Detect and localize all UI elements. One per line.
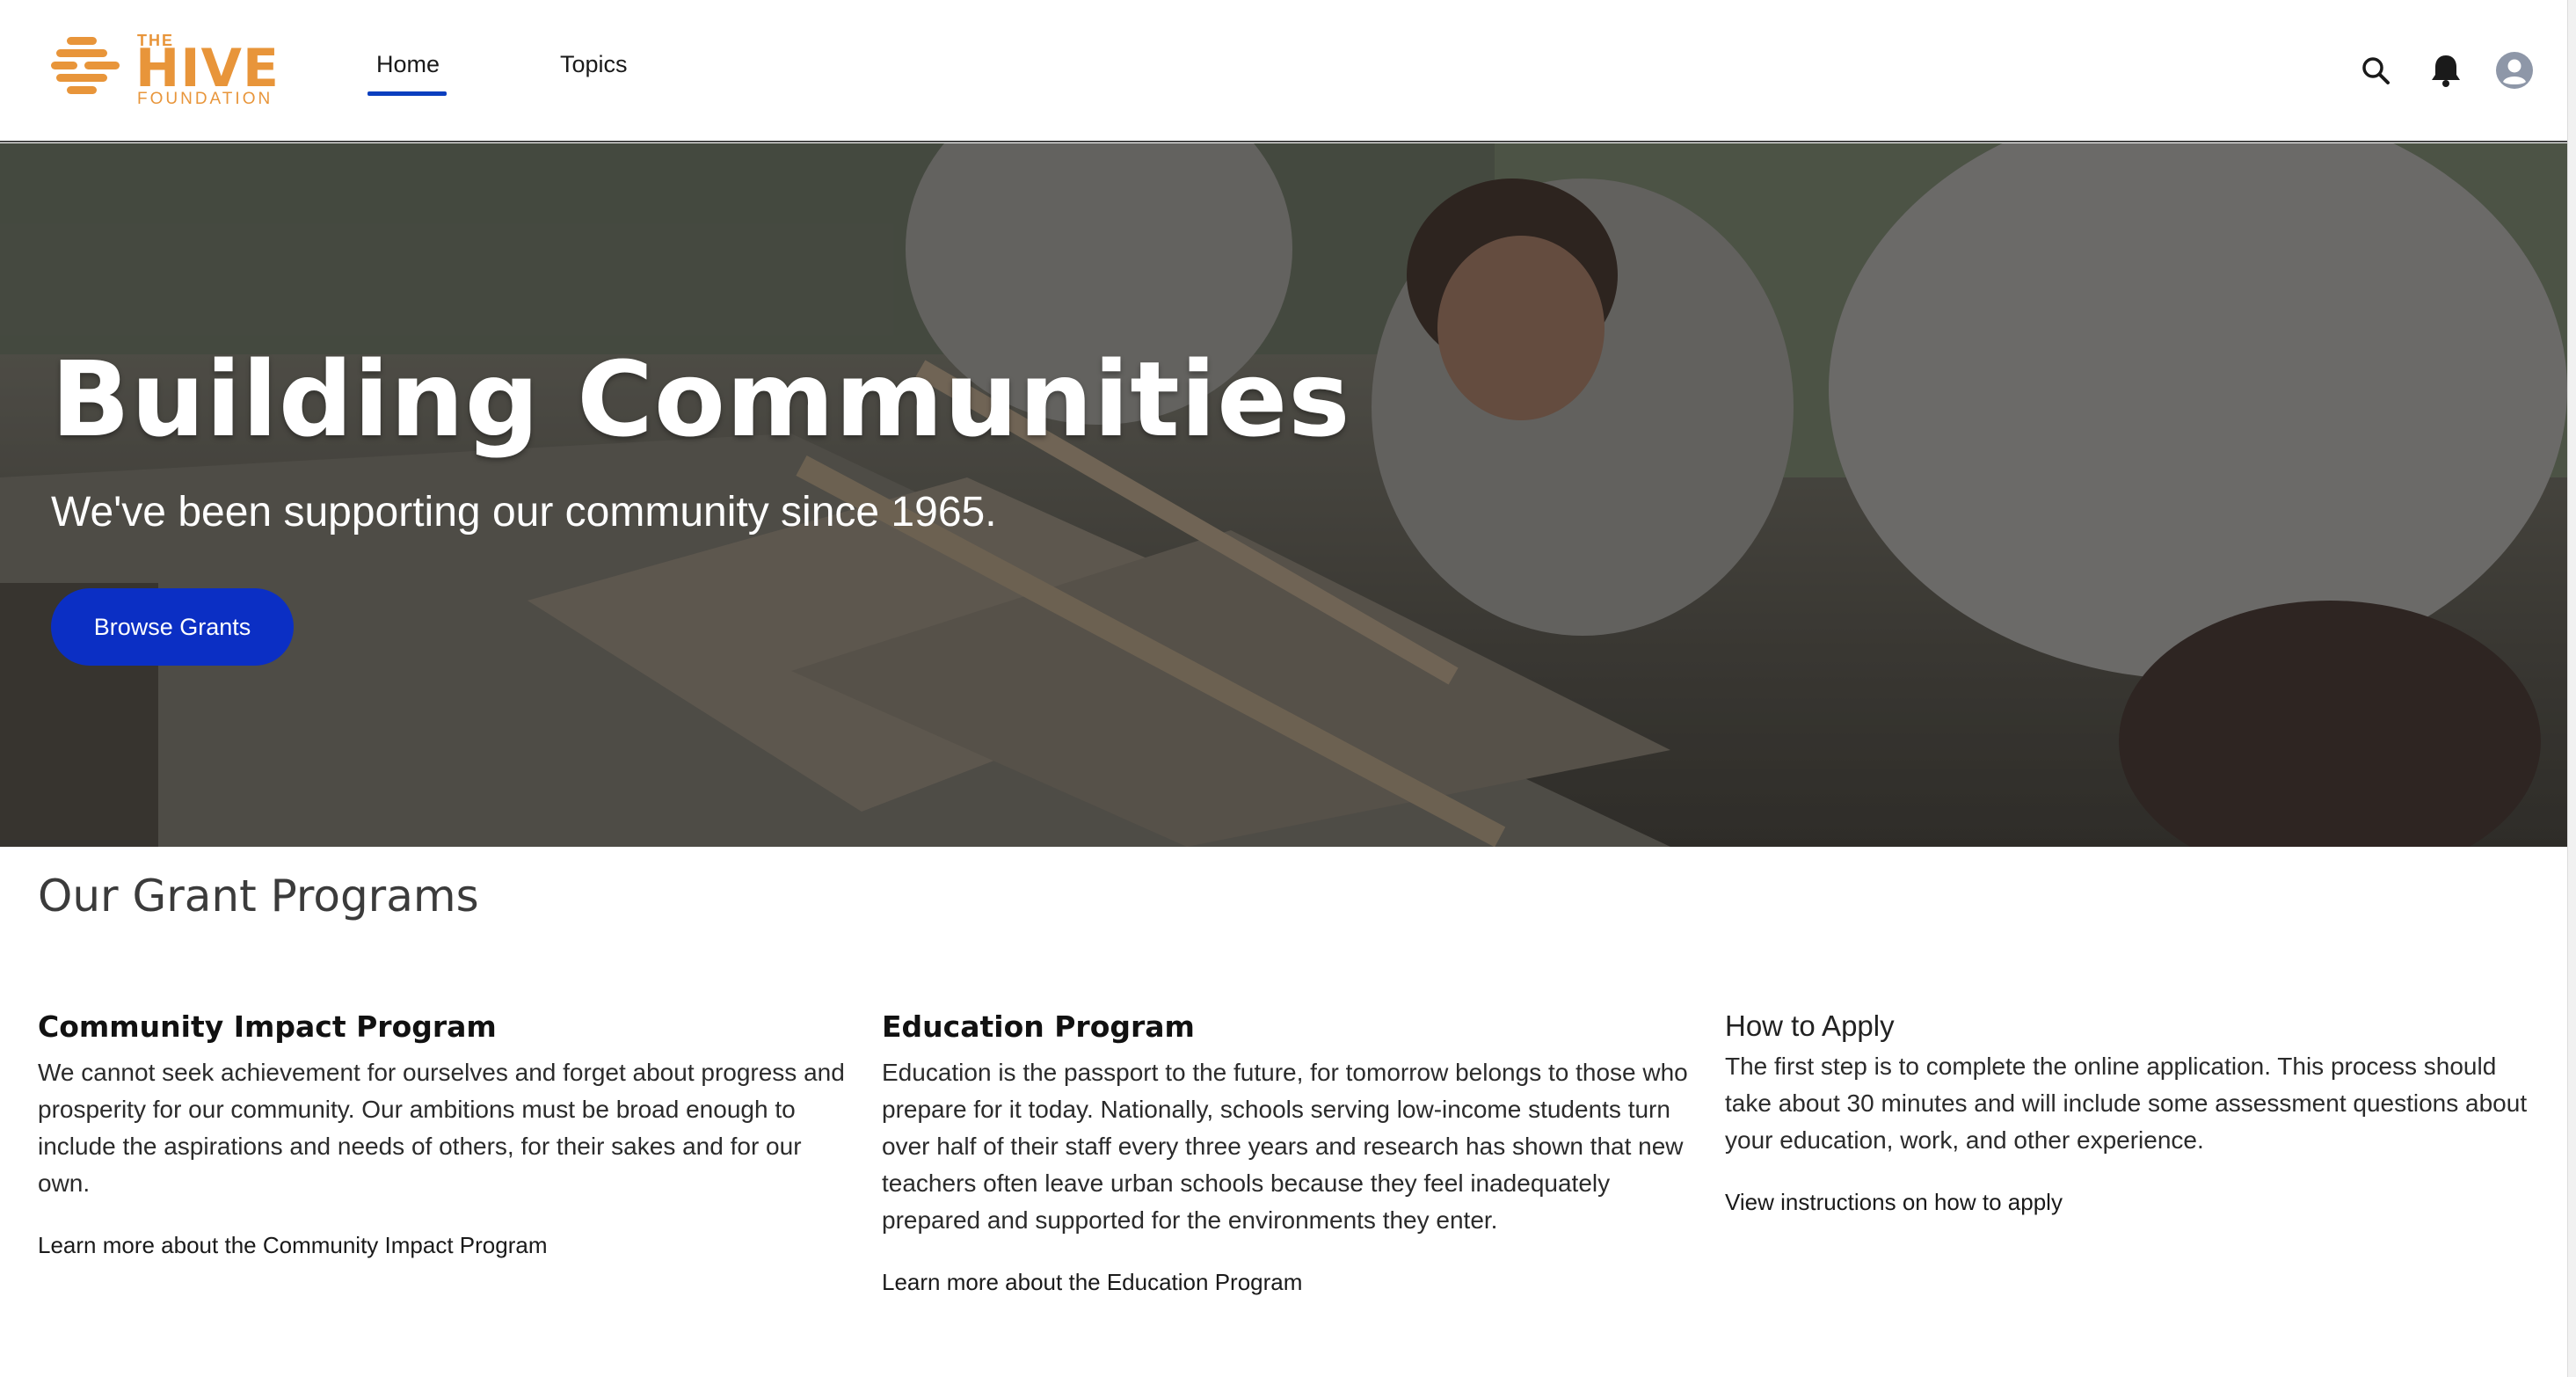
view-apply-instructions-link[interactable]: View instructions on how to apply — [1725, 1189, 2534, 1216]
program-title: Community Impact Program — [38, 1009, 497, 1044]
hero-banner: Building Communities We've been supporti… — [0, 143, 2567, 847]
program-card-community-impact: Community Impact Program We cannot seek … — [38, 1009, 847, 1259]
nav-home[interactable]: Home — [376, 51, 440, 78]
program-title: How to Apply — [1725, 1009, 1895, 1042]
program-description: We cannot seek achievement for ourselves… — [38, 1059, 845, 1197]
hero-title: Building Communities — [51, 339, 1351, 460]
bell-icon[interactable] — [2425, 49, 2467, 91]
hive-foundation-logo[interactable]: THE HIVE FOUNDATION — [51, 32, 280, 108]
logo-text-hive: HIVE — [135, 38, 280, 99]
user-avatar-icon[interactable] — [2493, 49, 2536, 91]
nav-topics[interactable]: Topics — [560, 51, 628, 78]
program-title: Education Program — [882, 1009, 1195, 1044]
logo-text-foundation: FOUNDATION — [137, 90, 273, 108]
hive-logo-icon — [51, 37, 120, 104]
browse-grants-button[interactable]: Browse Grants — [51, 588, 294, 666]
program-card-education: Education Program Education is the passp… — [882, 1009, 1691, 1296]
program-description: Education is the passport to the future,… — [882, 1059, 1688, 1234]
learn-more-community-impact-link[interactable]: Learn more about the Community Impact Pr… — [38, 1232, 847, 1259]
section-title: Our Grant Programs — [38, 871, 479, 922]
learn-more-education-link[interactable]: Learn more about the Education Program — [882, 1269, 1691, 1296]
site-header: THE HIVE FOUNDATION Home Topics — [0, 0, 2576, 142]
nav-active-indicator — [367, 91, 447, 96]
hero-subtitle: We've been supporting our community sinc… — [51, 489, 997, 536]
program-card-how-to-apply: How to Apply The first step is to comple… — [1725, 1009, 2534, 1216]
program-description: The first step is to complete the online… — [1725, 1053, 2528, 1154]
search-icon[interactable] — [2354, 49, 2397, 91]
page-scrollbar[interactable] — [2567, 0, 2576, 1377]
